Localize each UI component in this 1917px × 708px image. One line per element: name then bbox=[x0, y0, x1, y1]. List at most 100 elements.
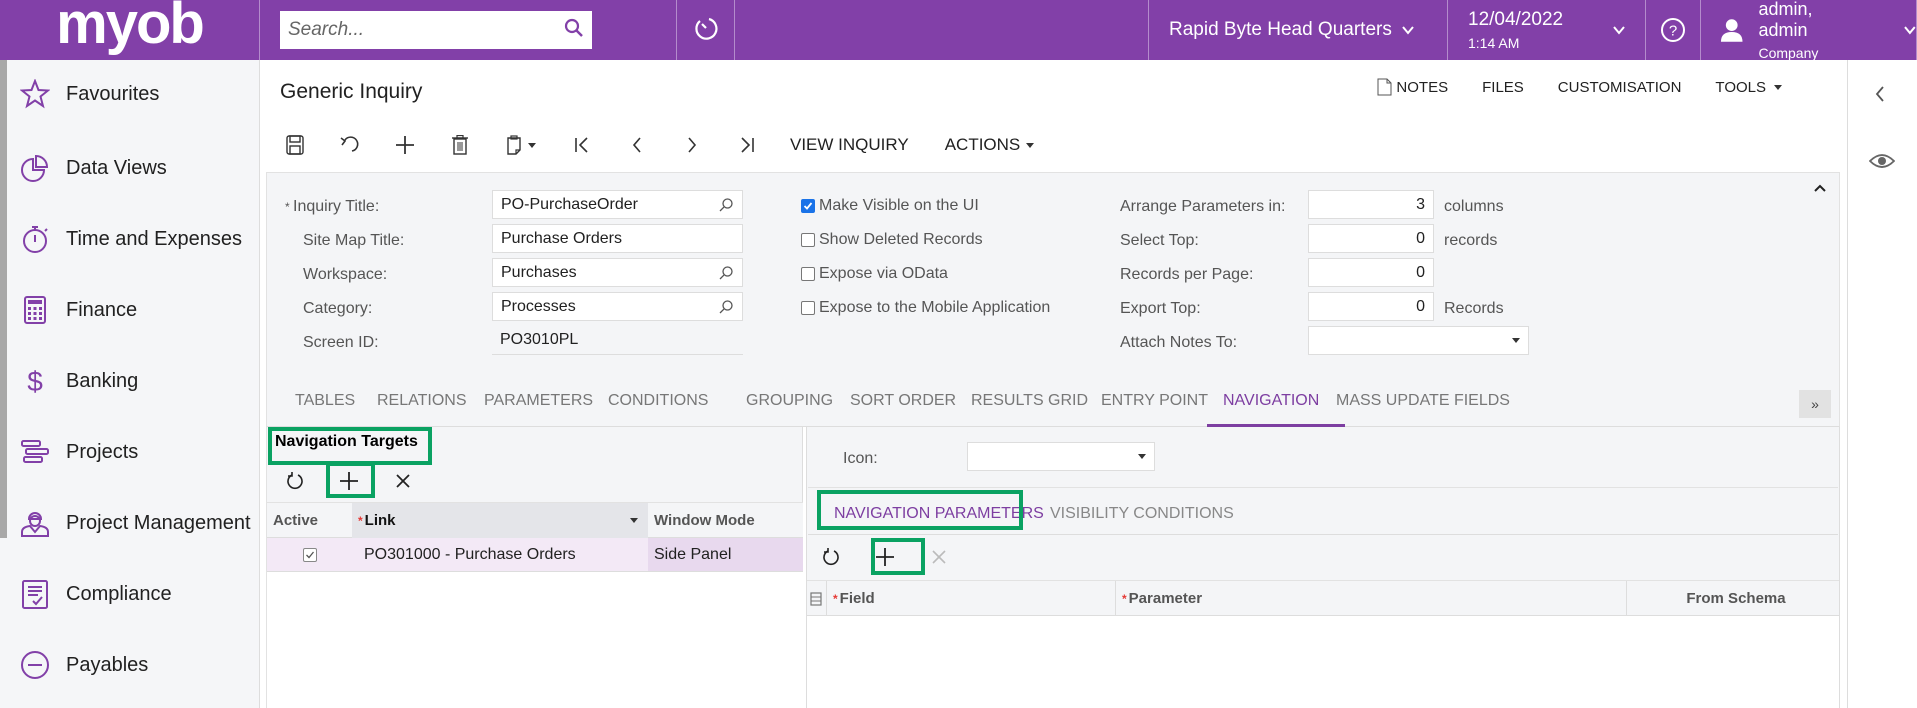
site-map-title-field[interactable]: Purchase Orders bbox=[492, 224, 743, 253]
checkbox-icon[interactable] bbox=[801, 233, 815, 247]
sidebar-scrollbar[interactable] bbox=[0, 60, 7, 238]
sort-caret-icon[interactable] bbox=[630, 518, 638, 523]
date-selector[interactable]: 12/04/2022 1:14 AM bbox=[1448, 0, 1646, 60]
sidebar-item-payables[interactable]: Payables bbox=[20, 650, 148, 680]
sidebar-item-time-and-expenses[interactable]: Time and Expenses bbox=[20, 224, 242, 254]
eye-icon[interactable] bbox=[1869, 152, 1895, 170]
branch-selector[interactable]: Rapid Byte Head Quarters bbox=[1149, 0, 1448, 60]
tab-navigation[interactable]: NAVIGATION bbox=[1223, 392, 1319, 410]
first-record-button[interactable] bbox=[570, 133, 594, 157]
actions-button[interactable]: ACTIONS bbox=[945, 135, 1035, 155]
view-inquiry-button[interactable]: VIEW INQUIRY bbox=[790, 135, 909, 155]
save-button[interactable] bbox=[283, 133, 307, 157]
tab-sort-order[interactable]: SORT ORDER bbox=[850, 392, 956, 410]
user-menu[interactable]: admin, admin Company bbox=[1701, 0, 1917, 61]
refresh-button[interactable] bbox=[819, 545, 843, 569]
delete-row-button[interactable] bbox=[927, 545, 951, 569]
row-window-mode-cell[interactable]: Side Panel bbox=[648, 538, 803, 571]
select-top-field[interactable]: 0 bbox=[1308, 224, 1434, 253]
search-input[interactable] bbox=[288, 19, 564, 41]
refresh-button[interactable] bbox=[283, 469, 307, 493]
sidebar-item-projects[interactable]: Projects bbox=[20, 437, 138, 467]
checkbox-checked-icon[interactable] bbox=[801, 199, 815, 213]
delete-row-button[interactable] bbox=[391, 469, 415, 493]
add-button[interactable] bbox=[393, 133, 417, 157]
column-header-active[interactable]: Active bbox=[267, 503, 352, 538]
search-icon[interactable] bbox=[564, 18, 584, 43]
tab-conditions[interactable]: CONDITIONS bbox=[608, 392, 708, 410]
tab-results-grid[interactable]: RESULTS GRID bbox=[971, 392, 1088, 410]
column-settings-button[interactable] bbox=[807, 581, 827, 616]
customisation-button[interactable]: CUSTOMISATION bbox=[1558, 79, 1682, 96]
sidebar: Favourites Data Views Time and Expenses … bbox=[0, 60, 260, 708]
sidebar-scrollbar-track[interactable] bbox=[0, 238, 7, 538]
tools-button[interactable]: TOOLS bbox=[1715, 79, 1782, 96]
undo-button[interactable] bbox=[338, 133, 362, 157]
table-row[interactable]: PO301000 - Purchase Orders Side Panel bbox=[267, 538, 803, 572]
myob-logo[interactable]: myob bbox=[0, 0, 260, 60]
row-active-cell[interactable] bbox=[267, 538, 352, 571]
category-field[interactable]: Processes bbox=[492, 292, 743, 321]
row-link-cell[interactable]: PO301000 - Purchase Orders bbox=[352, 538, 648, 571]
subtab-visibility-conditions[interactable]: VISIBILITY CONDITIONS bbox=[1050, 505, 1234, 523]
search-icon[interactable] bbox=[718, 299, 734, 315]
tab-mass-update-fields[interactable]: MASS UPDATE FIELDS bbox=[1336, 392, 1510, 410]
search-box[interactable] bbox=[280, 11, 592, 49]
help-button[interactable]: ? bbox=[1646, 0, 1701, 60]
tab-relations[interactable]: RELATIONS bbox=[377, 392, 467, 410]
checkbox-checked-icon[interactable] bbox=[302, 547, 317, 562]
delete-button[interactable] bbox=[448, 133, 472, 157]
note-icon bbox=[1377, 78, 1392, 96]
copy-paste-button[interactable] bbox=[503, 133, 539, 157]
topbar-spacer bbox=[735, 0, 1149, 60]
chevron-left-icon[interactable] bbox=[1874, 85, 1886, 103]
column-header-parameter[interactable]: * Parameter bbox=[1116, 581, 1627, 616]
tab-tables[interactable]: TABLES bbox=[295, 392, 355, 410]
export-top-field[interactable]: 0 bbox=[1308, 292, 1434, 321]
chevron-down-icon bbox=[1402, 26, 1414, 35]
workspace-field[interactable]: Purchases bbox=[492, 258, 743, 287]
sidebar-item-banking[interactable]: $ Banking bbox=[20, 366, 138, 396]
export-top-label: Export Top: bbox=[1120, 300, 1201, 317]
column-header-link[interactable]: * Link bbox=[352, 503, 648, 538]
grid-settings-icon bbox=[810, 591, 822, 606]
column-header-field[interactable]: * Field bbox=[827, 581, 1116, 616]
recent-timer-button[interactable] bbox=[677, 0, 735, 60]
records-per-page-field[interactable]: 0 bbox=[1308, 258, 1434, 287]
column-header-from-schema[interactable]: From Schema bbox=[1627, 581, 1839, 616]
make-visible-checkbox[interactable]: Make Visible on the UI bbox=[801, 197, 979, 215]
last-record-button[interactable] bbox=[735, 133, 759, 157]
sidebar-item-data-views[interactable]: Data Views bbox=[20, 153, 167, 183]
expose-mobile-checkbox[interactable]: Expose to the Mobile Application bbox=[801, 299, 1050, 317]
column-header-window-mode[interactable]: Window Mode bbox=[648, 503, 803, 538]
main-content: Generic Inquiry NOTES FILES CUSTOMISATIO… bbox=[261, 60, 1847, 708]
search-icon[interactable] bbox=[718, 265, 734, 281]
close-icon bbox=[396, 474, 410, 488]
arrange-parameters-field[interactable]: 3 bbox=[1308, 190, 1434, 219]
next-record-button[interactable] bbox=[680, 133, 704, 157]
more-tabs-button[interactable]: » bbox=[1799, 390, 1831, 418]
sidebar-item-label: Time and Expenses bbox=[66, 227, 243, 250]
tab-parameters[interactable]: PARAMETERS bbox=[484, 392, 593, 410]
attach-notes-select[interactable] bbox=[1308, 326, 1529, 355]
navigation-targets-grid: PO301000 - Purchase Orders Side Panel bbox=[267, 538, 803, 708]
files-button[interactable]: FILES bbox=[1482, 79, 1524, 96]
inquiry-title-field[interactable]: PO-PurchaseOrder bbox=[492, 190, 743, 219]
sidebar-item-compliance[interactable]: Compliance bbox=[20, 579, 172, 609]
checkbox-icon[interactable] bbox=[801, 301, 815, 315]
sidebar-item-project-management[interactable]: Project Management bbox=[20, 508, 251, 538]
previous-record-button[interactable] bbox=[625, 133, 649, 157]
tab-entry-point[interactable]: ENTRY POINT bbox=[1101, 392, 1208, 410]
sidebar-item-favourites[interactable]: Favourites bbox=[20, 79, 159, 109]
checkbox-icon[interactable] bbox=[801, 267, 815, 281]
search-icon[interactable] bbox=[718, 197, 734, 213]
icon-select[interactable] bbox=[967, 442, 1155, 471]
collapse-chevron-up-icon[interactable] bbox=[1813, 183, 1827, 193]
highlight-box bbox=[817, 490, 1023, 530]
show-deleted-records-checkbox[interactable]: Show Deleted Records bbox=[801, 231, 983, 249]
sidebar-item-finance[interactable]: Finance bbox=[20, 295, 137, 325]
tab-grouping[interactable]: GROUPING bbox=[746, 392, 833, 410]
notes-button[interactable]: NOTES bbox=[1377, 78, 1448, 96]
user-name: admin, admin bbox=[1758, 0, 1813, 40]
expose-odata-checkbox[interactable]: Expose via OData bbox=[801, 265, 948, 283]
